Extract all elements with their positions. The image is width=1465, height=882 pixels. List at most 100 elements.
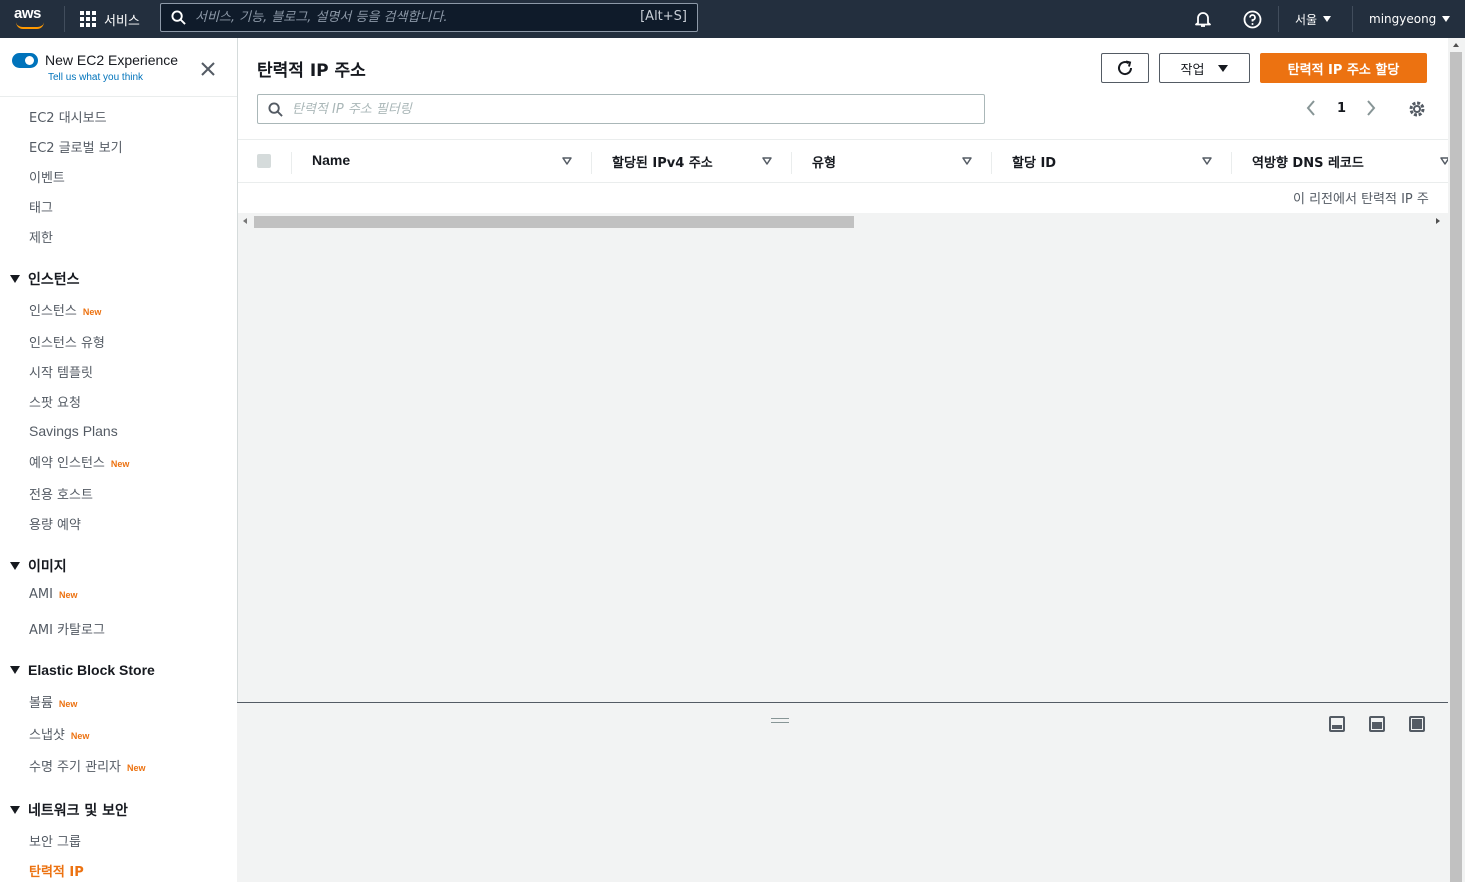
sidebar-item-events[interactable]: 이벤트	[29, 167, 65, 186]
sidebar: New EC2 Experience Tell us what you thin…	[0, 38, 238, 882]
scroll-left-icon[interactable]	[243, 218, 247, 224]
sidebar-section-instances[interactable]: 인스턴스	[10, 269, 80, 289]
sidebar-section-images[interactable]: 이미지	[10, 556, 67, 576]
new-badge: New	[127, 763, 146, 773]
sidebar-item-instance-types[interactable]: 인스턴스 유형	[29, 332, 105, 351]
table-header: Name 할당된 IPv4 주소 유형 할당 ID 역방향 DNS 레코드	[238, 139, 1450, 183]
aws-logo-text: aws	[14, 5, 41, 22]
column-divider	[1231, 152, 1232, 174]
chevron-left-icon[interactable]	[1305, 99, 1317, 117]
sidebar-item-instances[interactable]: 인스턴스 New	[29, 300, 101, 319]
sidebar-item-volumes[interactable]: 볼륨 New	[29, 692, 77, 711]
chevron-right-icon[interactable]	[1365, 99, 1377, 117]
vertical-scrollbar[interactable]	[1448, 38, 1465, 882]
sidebar-item-label: 스냅샷	[29, 728, 65, 743]
new-badge: New	[58, 590, 78, 600]
search-shortcut-hint: [Alt+S]	[640, 9, 687, 24]
caret-down-icon	[10, 562, 20, 570]
sidebar-item-launch-templates[interactable]: 시작 템플릿	[29, 362, 93, 381]
sidebar-item-limits[interactable]: 제한	[29, 227, 53, 246]
grid-icon	[80, 11, 96, 27]
column-divider	[791, 152, 792, 174]
sidebar-item-label: 수명 주기 관리자	[29, 760, 121, 775]
column-header-reverse-dns[interactable]: 역방향 DNS 레코드	[1252, 152, 1364, 171]
refresh-button[interactable]	[1101, 53, 1149, 83]
sort-icon[interactable]	[962, 157, 972, 165]
column-header-ipv4[interactable]: 할당된 IPv4 주소	[612, 152, 713, 171]
scroll-right-icon[interactable]	[1436, 218, 1440, 224]
global-search-box[interactable]: [Alt+S]	[160, 3, 698, 32]
sidebar-item-global-view[interactable]: EC2 글로벌 보기	[29, 137, 123, 156]
scrollbar-thumb[interactable]	[1450, 52, 1462, 882]
bell-icon	[1195, 12, 1211, 27]
sidebar-item-reserved-instances[interactable]: 예약 인스턴스 New	[29, 452, 129, 471]
sidebar-item-ami[interactable]: AMI New	[29, 587, 77, 602]
nav-divider	[1278, 6, 1279, 32]
sort-icon[interactable]	[562, 157, 572, 165]
aws-logo[interactable]: aws	[14, 5, 50, 33]
close-icon[interactable]	[199, 60, 217, 78]
main-content: 탄력적 IP 주소 작업 탄력적 IP 주소 할당 1 Name 할당된 IPv…	[238, 38, 1450, 702]
region-selector[interactable]: 서울	[1295, 0, 1332, 38]
search-icon	[268, 102, 283, 117]
region-label: 서울	[1295, 12, 1318, 27]
filter-input[interactable]	[292, 99, 972, 119]
new-experience-title: New EC2 Experience	[45, 52, 179, 68]
empty-table-message: 이 리전에서 탄력적 IP 주	[1293, 192, 1429, 207]
actions-dropdown[interactable]: 작업	[1159, 53, 1250, 83]
pane-split-icon[interactable]	[1369, 716, 1385, 732]
scroll-up-icon[interactable]	[1453, 43, 1459, 47]
horizontal-scrollbar[interactable]	[238, 213, 1448, 231]
notifications-button[interactable]	[1194, 0, 1212, 38]
sidebar-item-security-groups[interactable]: 보안 그룹	[29, 831, 81, 850]
sidebar-item-label: AMI	[29, 587, 53, 602]
sort-icon[interactable]	[1202, 157, 1212, 165]
caret-down-icon	[10, 666, 20, 674]
services-label: 서비스	[104, 13, 140, 29]
sidebar-section-title: 이미지	[28, 559, 67, 575]
caret-down-icon	[10, 275, 20, 283]
new-experience-toggle[interactable]	[12, 53, 38, 68]
sidebar-item-tags[interactable]: 태그	[29, 197, 53, 216]
search-icon	[171, 10, 186, 25]
column-header-type[interactable]: 유형	[812, 152, 836, 171]
sidebar-divider	[0, 96, 237, 97]
nav-divider	[1352, 6, 1353, 32]
sidebar-section-network-security[interactable]: 네트워크 및 보안	[10, 800, 128, 820]
new-badge: New	[58, 699, 78, 709]
sidebar-item-spot-requests[interactable]: 스팟 요청	[29, 392, 81, 411]
scrollbar-thumb[interactable]	[254, 216, 854, 228]
sidebar-item-ami-catalog[interactable]: AMI 카탈로그	[29, 619, 105, 638]
page-title: 탄력적 IP 주소	[257, 61, 366, 81]
filter-box[interactable]	[257, 94, 985, 124]
global-search-input[interactable]	[195, 7, 635, 28]
page-number[interactable]: 1	[1337, 101, 1346, 116]
sidebar-item-dedicated-hosts[interactable]: 전용 호스트	[29, 484, 93, 503]
help-button[interactable]	[1243, 0, 1262, 38]
sidebar-section-ebs[interactable]: Elastic Block Store	[10, 662, 155, 678]
sidebar-item-snapshots[interactable]: 스냅샷 New	[29, 724, 89, 743]
sidebar-item-elastic-ips[interactable]: 탄력적 IP	[29, 861, 84, 880]
column-divider	[591, 152, 592, 174]
nav-divider	[64, 6, 65, 32]
sidebar-item-lifecycle-manager[interactable]: 수명 주기 관리자 New	[29, 756, 146, 775]
sidebar-item-capacity-reservations[interactable]: 용량 예약	[29, 514, 81, 533]
sidebar-item-ec2-dashboard[interactable]: EC2 대시보드	[29, 107, 107, 126]
services-menu-button[interactable]: 서비스	[80, 0, 140, 38]
sidebar-section-title: 네트워크 및 보안	[28, 803, 128, 819]
account-menu[interactable]: mingyeong	[1369, 0, 1451, 38]
resize-handle[interactable]	[771, 718, 789, 723]
feedback-link[interactable]: Tell us what you think	[48, 72, 143, 83]
pane-bottom-icon[interactable]	[1329, 716, 1345, 732]
sidebar-section-title: 인스턴스	[28, 272, 80, 288]
select-all-checkbox[interactable]	[257, 154, 271, 168]
new-badge: New	[82, 307, 102, 317]
new-badge: New	[70, 731, 90, 741]
sidebar-item-savings-plans[interactable]: Savings Plans	[29, 423, 118, 439]
sort-icon[interactable]	[762, 157, 772, 165]
gear-icon[interactable]	[1408, 100, 1426, 118]
pane-full-icon[interactable]	[1409, 716, 1425, 732]
column-header-name[interactable]: Name	[312, 152, 350, 168]
allocate-elastic-ip-button[interactable]: 탄력적 IP 주소 할당	[1260, 53, 1427, 83]
column-header-allocation-id[interactable]: 할당 ID	[1012, 152, 1056, 171]
